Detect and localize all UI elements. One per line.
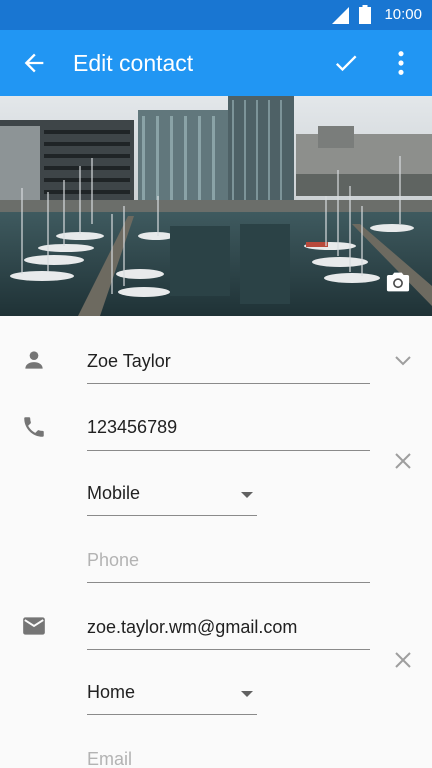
email-value: zoe.taylor.wm@gmail.com	[87, 617, 298, 637]
chevron-down-icon[interactable]	[393, 352, 413, 370]
close-icon[interactable]	[392, 450, 414, 472]
dropdown-arrow-icon	[241, 492, 253, 498]
app-bar: Edit contact	[0, 30, 432, 96]
arrow-back-icon[interactable]	[20, 49, 48, 77]
email-icon	[23, 617, 45, 635]
check-icon[interactable]	[332, 49, 360, 77]
phone-value: 123456789	[87, 417, 178, 437]
phone-empty-field[interactable]: Phone	[87, 545, 370, 583]
phone-placeholder: Phone	[87, 550, 140, 570]
email-type-value: Home	[87, 682, 136, 702]
phone-type-value: Mobile	[87, 483, 141, 503]
camera-icon[interactable]	[384, 268, 412, 296]
status-time: 10:00	[384, 6, 422, 23]
page-title: Edit contact	[73, 50, 194, 76]
email-placeholder: Email	[87, 749, 133, 768]
phone-type-select[interactable]: Mobile	[87, 477, 257, 516]
email-field[interactable]: zoe.taylor.wm@gmail.com	[87, 612, 370, 650]
name-field[interactable]: Zoe Taylor	[87, 346, 370, 384]
status-bar: 10:00	[0, 0, 432, 30]
contact-photo[interactable]	[0, 96, 432, 316]
more-vert-icon[interactable]	[387, 48, 415, 78]
email-empty-field[interactable]: Email	[87, 744, 370, 768]
name-value: Zoe Taylor	[87, 351, 171, 371]
phone-field[interactable]: 123456789	[87, 412, 370, 451]
email-type-select[interactable]: Home	[87, 676, 257, 715]
signal-icon	[332, 7, 349, 24]
battery-icon	[359, 5, 371, 24]
person-icon	[25, 351, 43, 369]
dropdown-arrow-icon	[241, 691, 253, 697]
phone-icon	[24, 417, 44, 437]
close-icon[interactable]	[392, 649, 414, 671]
